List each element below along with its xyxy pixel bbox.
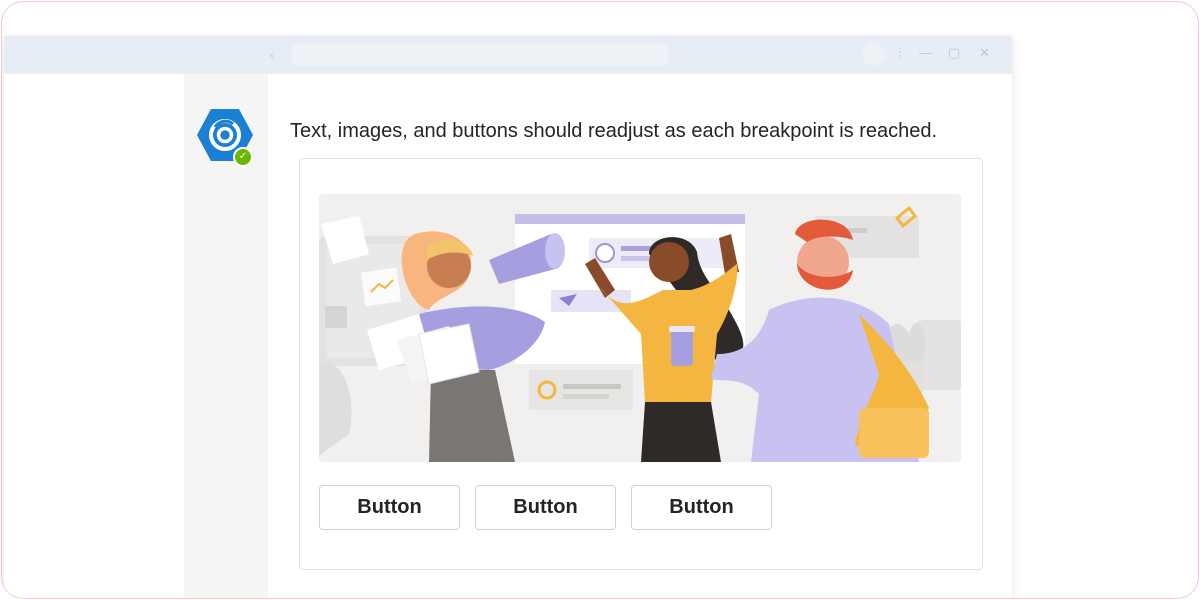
card-action-button-3[interactable]: Button bbox=[631, 485, 772, 530]
card-action-button-1[interactable]: Button bbox=[319, 485, 460, 530]
search-box[interactable] bbox=[292, 44, 668, 66]
adaptive-card: Button Button Button bbox=[299, 158, 983, 570]
back-chevron-icon[interactable]: ‹ bbox=[270, 48, 274, 62]
team-illustration bbox=[319, 194, 961, 462]
profile-avatar[interactable] bbox=[862, 44, 884, 66]
app-window: ‹ ⋮ — ▢ ✕ ✓ Text, images, and buttons sh… bbox=[4, 36, 1012, 598]
chat-pane: ✓ Text, images, and buttons should readj… bbox=[184, 74, 1012, 598]
more-options-icon[interactable]: ⋮ bbox=[894, 45, 906, 59]
chat-header-strip bbox=[268, 74, 1012, 108]
message-text: Text, images, and buttons should readjus… bbox=[290, 120, 938, 142]
maximize-icon[interactable]: ▢ bbox=[948, 45, 960, 61]
status-check-icon: ✓ bbox=[233, 147, 253, 167]
outer-frame: ‹ ⋮ — ▢ ✕ ✓ Text, images, and buttons sh… bbox=[1, 1, 1199, 599]
left-rail bbox=[4, 74, 184, 598]
hero-image bbox=[319, 194, 961, 462]
close-icon[interactable]: ✕ bbox=[979, 45, 990, 61]
title-bar: ‹ ⋮ — ▢ ✕ bbox=[4, 36, 1012, 74]
minimize-icon[interactable]: — bbox=[919, 45, 932, 60]
message-bubble: Text, images, and buttons should readjus… bbox=[268, 108, 1012, 598]
card-action-button-2[interactable]: Button bbox=[475, 485, 616, 530]
